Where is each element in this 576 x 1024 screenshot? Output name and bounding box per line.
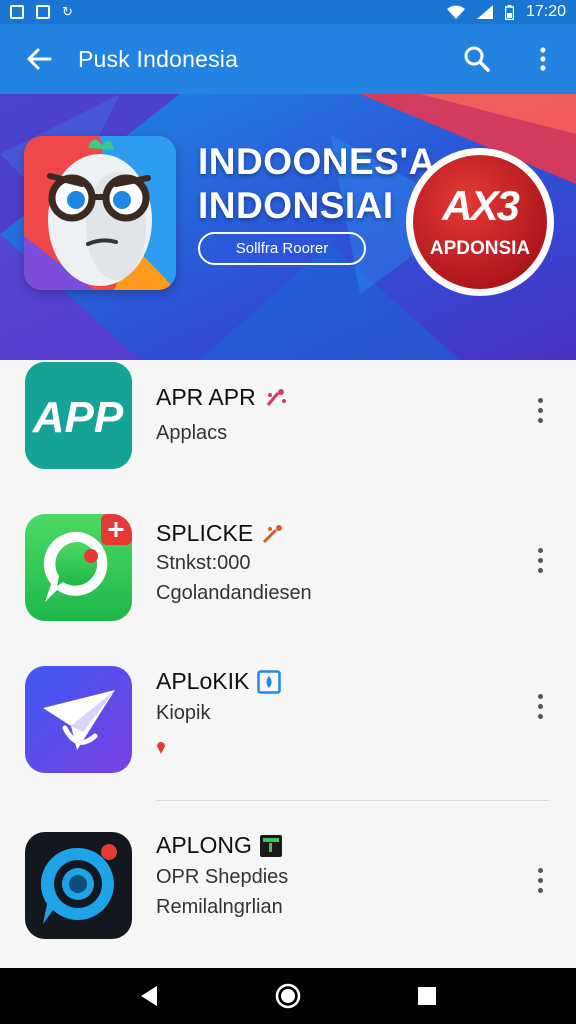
search-button[interactable]: [444, 24, 510, 94]
camera-chat-icon: [25, 832, 132, 939]
battery-icon: [504, 4, 514, 20]
app-name: APLoKIK: [156, 668, 282, 695]
more-vert-icon: [537, 867, 543, 873]
sync-icon: ↻: [62, 4, 73, 19]
app-description: Cgolandandiesen: [156, 582, 312, 604]
chat-icon: [25, 514, 132, 621]
list-item[interactable]: APP APR APR Applacs: [0, 360, 576, 480]
home-circle-icon: [275, 983, 301, 1009]
banner-title: INDOONES'A INDONSIAI: [198, 140, 436, 228]
list-item[interactable]: SPLICKE Stnkst:000 Cgolandandiesen: [0, 500, 576, 630]
more-vert-icon: [537, 693, 543, 699]
list-item[interactable]: APLONG OPR Shepdies Remilalngrlian: [0, 818, 576, 958]
app-subtitle: Applacs: [156, 422, 228, 444]
mascot-app-icon: [24, 136, 176, 290]
notification-icon: [36, 5, 50, 19]
more-vert-icon: [537, 547, 543, 553]
app-icon: [25, 514, 132, 621]
more-vert-icon: [540, 47, 546, 71]
app-bar: Pusk Indonesia: [0, 24, 576, 94]
app-list: APP APR APR Applacs SPLICKE Stnkst:000 C…: [0, 360, 576, 968]
status-bar: ↻ 17:20: [0, 0, 576, 24]
nav-back-button[interactable]: [119, 968, 179, 1024]
signal-icon: [476, 5, 493, 19]
wifi-icon: [446, 5, 465, 19]
clock: 17:20: [525, 3, 566, 20]
badge-text: APDONSIA: [429, 238, 531, 259]
sparkle-icon: [266, 388, 286, 406]
svg-text:APP: APP: [32, 393, 124, 442]
more-vert-icon: [537, 397, 543, 403]
back-triangle-icon: [141, 986, 158, 1006]
app-subtitle: OPR Shepdies: [156, 866, 289, 888]
image-badge-icon: [257, 669, 282, 694]
promo-banner[interactable]: INDOONES'A INDONSIAI Sollfra Roorer AX3 …: [0, 94, 576, 360]
notification-icon: [10, 5, 24, 19]
app-name: SPLICKE: [156, 520, 285, 547]
app-icon: [25, 666, 132, 773]
overflow-menu-button[interactable]: [522, 682, 558, 730]
app-subtitle: Kiopik: [156, 702, 211, 724]
app-icon: [25, 832, 132, 939]
overflow-menu-button[interactable]: [522, 856, 558, 904]
location-pin-icon: [157, 742, 165, 754]
banner-cta-button[interactable]: Sollfra Roorer: [198, 232, 366, 265]
paper-plane-icon: [25, 666, 132, 773]
app-name: APR APR: [156, 384, 288, 411]
system-nav-bar: [0, 968, 576, 1024]
overflow-menu-button[interactable]: [522, 536, 558, 584]
promo-badge: AX3 APDONSIA: [404, 146, 556, 298]
app-subtitle: Stnkst:000: [156, 552, 251, 574]
overflow-menu-button[interactable]: [510, 24, 576, 94]
mascot-icon: [24, 136, 176, 290]
app-icon: APP: [25, 362, 132, 469]
badge-logo: AX3: [442, 182, 520, 229]
recents-square-icon: [417, 987, 436, 1005]
app-logo-icon: APP: [25, 362, 132, 469]
terminal-icon: [259, 834, 282, 857]
banner-title-line2: INDONSIAI: [198, 185, 394, 226]
app-description: Remilalngrlian: [156, 896, 283, 918]
list-divider: [156, 800, 549, 801]
search-icon: [464, 46, 490, 72]
list-item[interactable]: APLoKIK Kiopik: [0, 652, 576, 792]
page-title: Pusk Indonesia: [78, 45, 239, 72]
nav-home-button[interactable]: [258, 968, 318, 1024]
banner-title-line1: INDOONES'A: [198, 141, 436, 182]
sparkle-icon: [263, 524, 283, 543]
arrow-left-icon: [27, 48, 52, 70]
nav-recents-button[interactable]: [397, 968, 457, 1024]
app-name: APLONG: [156, 832, 282, 859]
back-button[interactable]: [0, 24, 78, 94]
overflow-menu-button[interactable]: [522, 386, 558, 434]
